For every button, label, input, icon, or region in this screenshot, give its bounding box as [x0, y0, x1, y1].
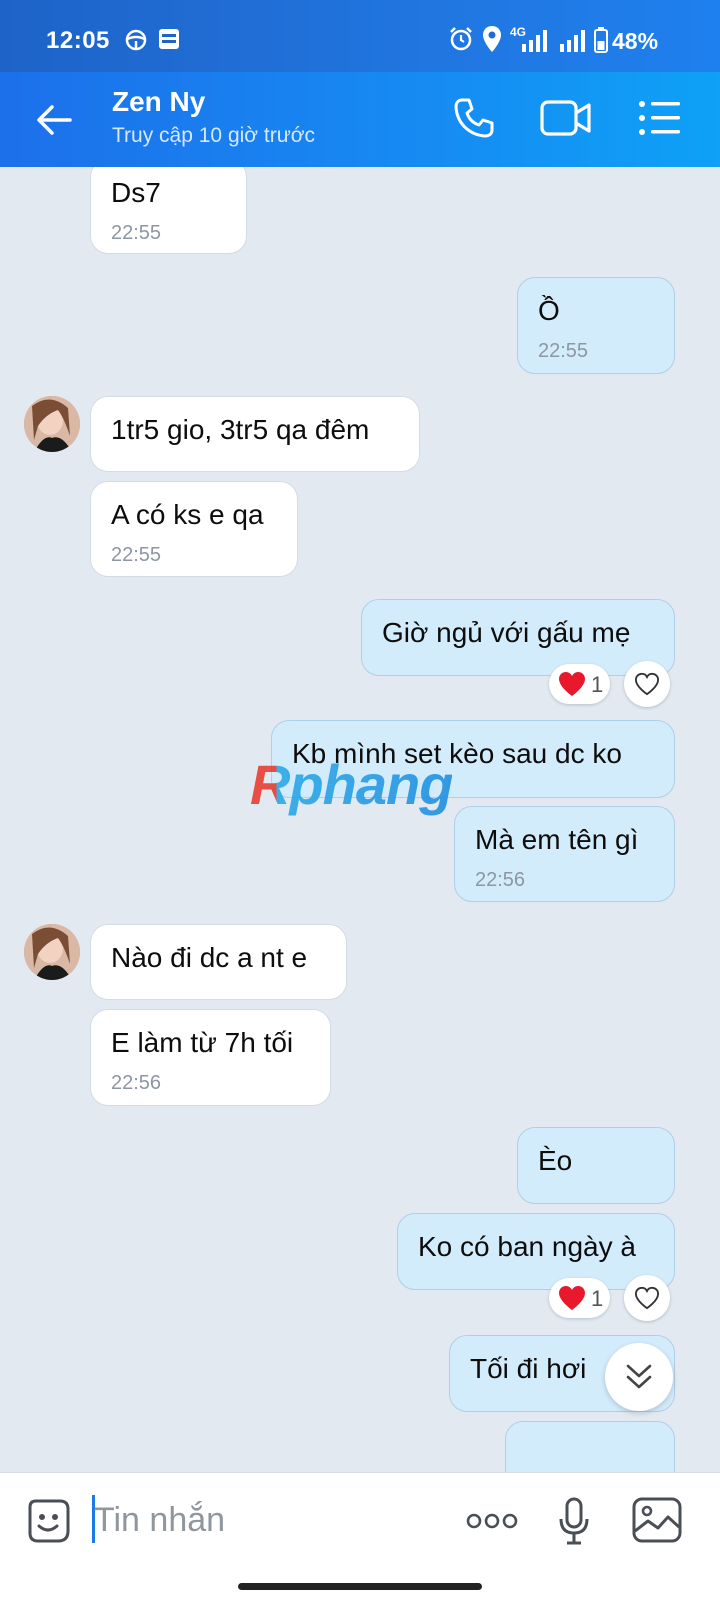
message-bubble-incoming[interactable]: A có ks e qa 22:55 — [90, 481, 298, 577]
avatar-image — [24, 396, 80, 452]
message-text: Nào đi dc a nt e — [111, 942, 308, 973]
more-options-icon[interactable] — [466, 1513, 518, 1529]
message-text: Èo — [538, 1145, 573, 1176]
battery-icon — [594, 27, 608, 53]
message-time: 22:56 — [475, 869, 526, 891]
reaction-badge[interactable]: 1 — [549, 664, 610, 704]
video-call-icon[interactable] — [540, 98, 592, 138]
message-text: 1tr5 gio, 3tr5 qa đêm — [111, 414, 370, 445]
reaction-badge[interactable]: 1 — [549, 1278, 610, 1318]
bank-app-icon — [159, 29, 179, 49]
chat-messages-area[interactable]: Ds7 22:55 Ồ 22:55 1tr5 gio, 3tr5 qa đêm … — [0, 167, 720, 1472]
message-bubble-outgoing[interactable]: Mà em tên gì 22:56 — [454, 806, 675, 902]
contact-avatar[interactable] — [24, 924, 80, 980]
message-input-bar: Tin nhắn — [0, 1472, 720, 1601]
chat-header: Zen Ny Truy cập 10 giờ trước — [0, 72, 720, 167]
contact-name[interactable]: Zen Ny — [112, 86, 205, 118]
message-bubble-outgoing[interactable]: Giờ ngủ với gấu mẹ — [361, 599, 675, 676]
heart-outline-icon — [634, 672, 660, 696]
heart-reaction-icon — [559, 672, 585, 696]
home-indicator[interactable] — [238, 1583, 482, 1590]
scroll-to-bottom-button[interactable] — [605, 1343, 673, 1411]
message-bubble-incoming[interactable]: Ds7 22:55 — [90, 167, 247, 254]
back-arrow-icon[interactable] — [32, 98, 76, 142]
message-bubble-outgoing-partial[interactable] — [505, 1421, 675, 1472]
heart-outline-icon — [634, 1286, 660, 1310]
phone-call-icon[interactable] — [452, 96, 496, 140]
status-bar: 12:05 4G 48% — [0, 0, 720, 72]
message-text: E làm từ 7h tối — [111, 1027, 294, 1058]
message-time: 22:55 — [538, 340, 589, 362]
contact-avatar[interactable] — [24, 396, 80, 452]
sticker-emoji-icon[interactable] — [24, 1497, 72, 1545]
message-text: Giờ ngủ với gấu mẹ — [382, 617, 631, 648]
message-text: Ds7 — [111, 177, 161, 208]
microphone-icon[interactable] — [558, 1497, 590, 1547]
message-bubble-incoming[interactable]: E làm từ 7h tối 22:56 — [90, 1009, 331, 1106]
avatar-image — [24, 924, 80, 980]
message-input-field[interactable]: Tin nhắn — [94, 1501, 225, 1540]
message-bubble-incoming[interactable]: Nào đi dc a nt e — [90, 924, 347, 1000]
signal-icon-2 — [560, 30, 585, 52]
contact-last-seen: Truy cập 10 giờ trước — [112, 124, 316, 147]
message-time: 22:56 — [111, 1072, 162, 1094]
message-time: 22:55 — [111, 222, 162, 244]
message-text: A có ks e qa — [111, 499, 264, 530]
message-time: 22:55 — [111, 544, 162, 566]
watermark-logo: Rphang — [250, 753, 453, 816]
double-chevron-down-icon — [626, 1364, 652, 1389]
add-reaction-button[interactable] — [624, 661, 670, 707]
heart-reaction-icon — [559, 1286, 585, 1310]
message-bubble-outgoing[interactable]: Èo — [517, 1127, 675, 1204]
message-bubble-incoming[interactable]: 1tr5 gio, 3tr5 qa đêm — [90, 396, 420, 472]
reaction-count: 1 — [591, 672, 604, 697]
message-text: Ko có ban ngày à — [418, 1231, 636, 1262]
message-text: Mà em tên gì — [475, 824, 639, 855]
battery-percent: 48% — [612, 28, 659, 54]
status-time: 12:05 — [46, 27, 110, 54]
signal-icon-1 — [522, 30, 547, 52]
message-text: Ồ — [538, 295, 560, 326]
menu-list-icon[interactable] — [638, 100, 682, 136]
alarm-icon — [450, 27, 472, 51]
steering-wheel-icon — [125, 29, 147, 51]
image-gallery-icon[interactable] — [632, 1497, 682, 1543]
add-reaction-button[interactable] — [624, 1275, 670, 1321]
message-bubble-outgoing[interactable]: Ồ 22:55 — [517, 277, 675, 374]
location-icon — [483, 26, 501, 52]
reaction-count: 1 — [591, 1286, 604, 1311]
